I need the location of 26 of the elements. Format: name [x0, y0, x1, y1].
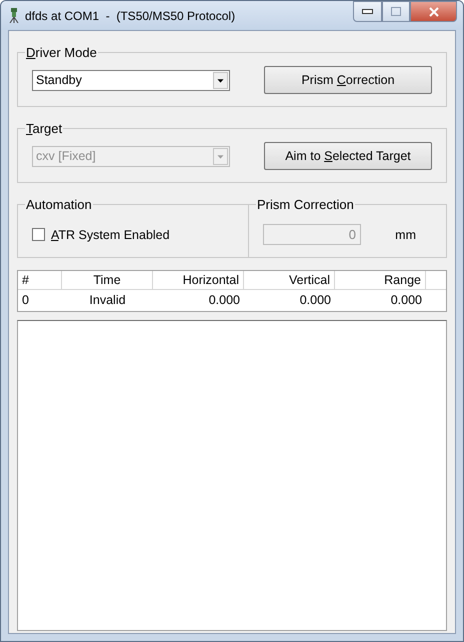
- column-header[interactable]: Vertical: [244, 271, 335, 290]
- table-cell-text: 0.000: [208, 292, 241, 309]
- table-cell-text: 0.000: [390, 292, 423, 309]
- prism-correction-button[interactable]: Prism Correction: [264, 66, 432, 94]
- minimize-icon: [362, 9, 373, 14]
- surveying-instrument-icon: [9, 8, 19, 23]
- group-label: Automation: [25, 197, 93, 212]
- unit-label: mm: [395, 228, 416, 242]
- checkbox[interactable]: [32, 228, 45, 241]
- group-label: Target: [25, 121, 64, 136]
- checkbox-label: ATR System Enabled: [51, 228, 170, 242]
- table-cell-text: 0.000: [298, 292, 332, 309]
- driver-mode-dropdown[interactable]: Standby: [32, 70, 230, 90]
- table-cell-text: 0: [21, 292, 30, 309]
- group-label: Driver Mode: [25, 45, 98, 60]
- close-icon: [428, 6, 440, 16]
- column-header[interactable]: Range: [335, 271, 426, 290]
- minimize-button[interactable]: [353, 1, 382, 22]
- window-title: dfds at COM1 - (TS50/MS50 Protocol): [25, 8, 236, 22]
- column-header[interactable]: Horizontal: [153, 271, 244, 290]
- column-header[interactable]: #: [18, 271, 62, 290]
- column-header[interactable]: Time: [62, 271, 153, 290]
- group-label: Prism Correction: [256, 197, 355, 212]
- table-cell-text: Invalid: [88, 292, 127, 309]
- maximize-icon: [391, 7, 401, 16]
- close-button[interactable]: [410, 1, 457, 22]
